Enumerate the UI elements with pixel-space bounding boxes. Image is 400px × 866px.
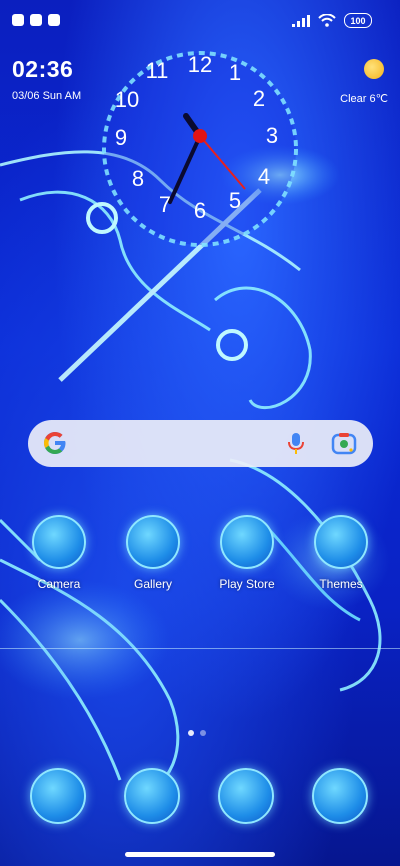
weather-summary[interactable]: Clear 6℃ [340,92,388,105]
messages-icon [124,768,180,824]
google-g-icon [44,432,66,454]
page-dot-active [188,730,194,736]
sun-icon[interactable] [364,59,384,79]
clock-number-9: 9 [115,125,127,150]
status-bar: 100 [0,0,400,44]
clock-date[interactable]: 03/06 Sun AM [12,90,81,102]
clock-number-11: 11 [146,58,169,83]
browser-icon [218,768,274,824]
app-label: Play Store [219,577,275,591]
lens-camera-icon[interactable] [331,431,357,457]
dock-settings[interactable] [300,768,380,824]
page-indicator[interactable] [188,730,206,736]
clock-time[interactable]: 02:36 [12,56,73,83]
app-label: Themes [319,577,363,591]
app-play-store[interactable]: Play Store [207,515,287,591]
signal-icon [292,14,310,27]
play-store-icon [220,515,274,569]
system-icons: 100 [292,13,372,28]
app-themes[interactable]: Themes [301,515,381,591]
analog-clock[interactable]: 12 1 2 3 4 5 6 7 8 9 10 11 [95,44,305,254]
home-indicator[interactable] [125,852,275,857]
wifi-icon [318,14,336,27]
app-gallery[interactable]: Gallery [113,515,193,591]
dock-messages[interactable] [112,768,192,824]
voice-search-icon[interactable] [286,432,306,456]
battery-level: 100 [350,15,366,26]
clock-number-4: 4 [258,164,270,189]
clock-number-5: 5 [229,188,241,213]
clock-center [193,129,207,143]
notification-icon-1 [12,14,24,26]
divider [0,648,400,649]
notification-icons [12,14,60,26]
settings-icon [312,768,368,824]
app-label: Camera [37,577,81,591]
clock-number-3: 3 [266,123,278,148]
clock-number-7: 7 [159,192,171,217]
page-dot [200,730,206,736]
clock-number-12: 12 [188,52,212,77]
notification-icon-3 [48,14,60,26]
google-search-bar[interactable] [28,420,373,467]
app-label: Gallery [133,577,172,591]
dock-phone[interactable] [18,768,98,824]
clock-number-8: 8 [132,166,144,191]
app-camera[interactable]: Camera [19,515,99,591]
camera-icon [32,515,86,569]
gallery-icon [126,515,180,569]
notification-icon-2 [30,14,42,26]
dock-browser[interactable] [206,768,286,824]
clock-number-6: 6 [194,198,206,223]
clock-number-2: 2 [253,86,265,111]
clock-number-1: 1 [229,60,241,85]
themes-icon [314,515,368,569]
phone-icon [30,768,86,824]
battery-indicator: 100 [344,13,372,28]
clock-number-10: 10 [115,87,139,112]
